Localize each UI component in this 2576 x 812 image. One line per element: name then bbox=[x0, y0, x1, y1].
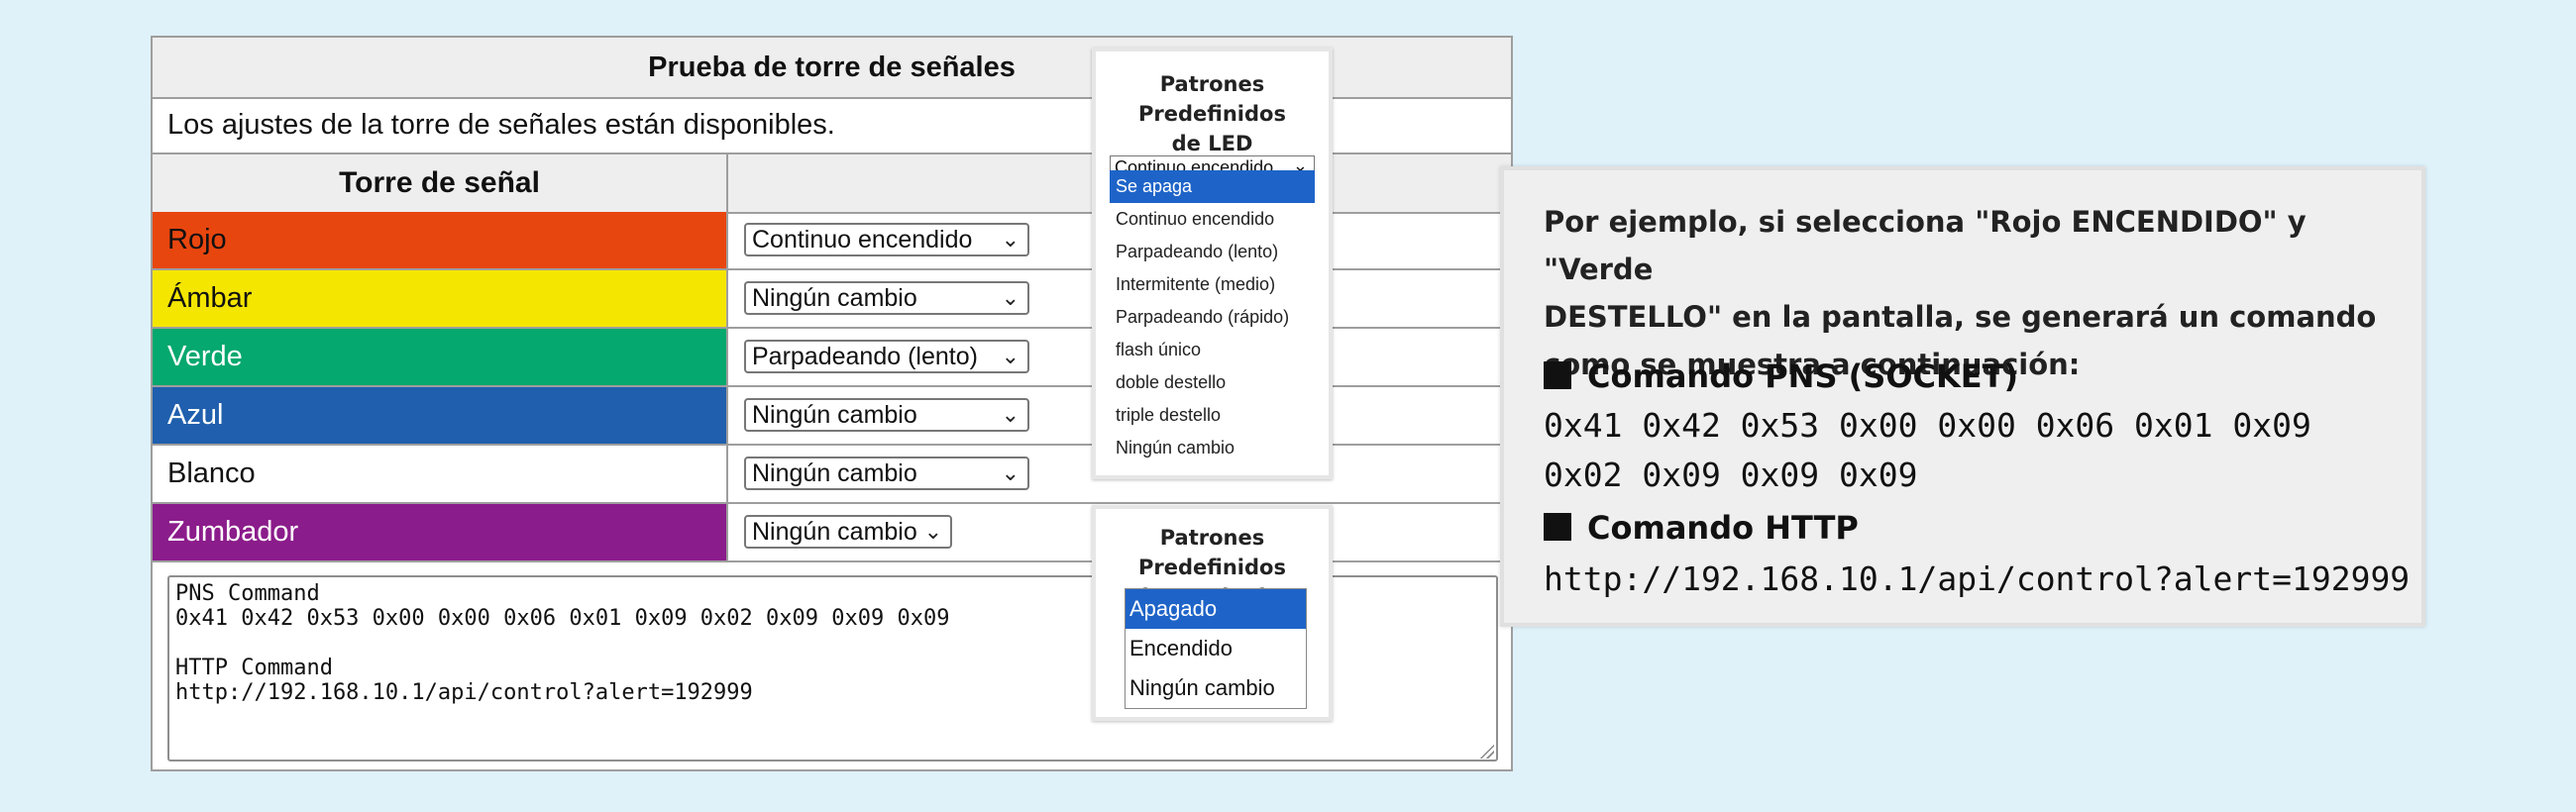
chevron-down-icon: ⌄ bbox=[1001, 227, 1020, 252]
tower-label-green: Verde bbox=[153, 329, 728, 385]
buzzer-option[interactable]: Encendido bbox=[1126, 629, 1306, 668]
buzzer-patterns-popup: Patrones Predefinidos de Zumbador Apagad… bbox=[1092, 505, 1333, 721]
explanation-callout: Por ejemplo, si selecciona "Rojo ENCENDI… bbox=[1500, 166, 2425, 627]
select-value: Parpadeando (lento) bbox=[752, 342, 978, 370]
tower-select-red[interactable]: Continuo encendido ⌄ bbox=[744, 223, 1029, 256]
http-section: Comando HTTP http://192.168.10.1/api/con… bbox=[1544, 502, 2410, 605]
chevron-down-icon: ⌄ bbox=[1001, 460, 1020, 485]
led-option[interactable]: Parpadeando (lento) bbox=[1110, 236, 1315, 268]
buzzer-option-list: Apagado Encendido Ningún cambio bbox=[1125, 588, 1307, 709]
tower-select-white[interactable]: Ningún cambio ⌄ bbox=[744, 457, 1029, 490]
tower-label-red: Rojo bbox=[153, 212, 728, 268]
chevron-down-icon: ⌄ bbox=[1001, 344, 1020, 368]
tower-label-amber: Ámbar bbox=[153, 270, 728, 327]
select-value: Ningún cambio bbox=[752, 283, 917, 312]
led-popup-title: Patrones Predefinidos de LED bbox=[1138, 72, 1286, 155]
led-option[interactable]: Se apaga bbox=[1110, 170, 1315, 203]
pns-section: Comando PNS (SOCKET) 0x41 0x42 0x53 0x00… bbox=[1544, 352, 2311, 500]
tower-select-blue[interactable]: Ningún cambio ⌄ bbox=[744, 398, 1029, 432]
square-bullet-icon bbox=[1544, 361, 1571, 389]
buzzer-option[interactable]: Apagado bbox=[1126, 589, 1306, 629]
tower-label-blue: Azul bbox=[153, 387, 728, 444]
led-option[interactable]: triple destello bbox=[1110, 399, 1315, 432]
http-heading: Comando HTTP bbox=[1587, 509, 1859, 547]
http-line: http://192.168.10.1/api/control?alert=19… bbox=[1544, 559, 2411, 598]
led-patterns-popup: Patrones Predefinidos de LED Continuo en… bbox=[1092, 48, 1333, 479]
chevron-down-icon: ⌄ bbox=[1001, 285, 1020, 310]
tower-label-buzzer: Zumbador bbox=[153, 504, 728, 560]
led-option[interactable]: doble destello bbox=[1110, 366, 1315, 399]
tower-select-buzzer[interactable]: Ningún cambio ⌄ bbox=[744, 515, 952, 549]
select-value: Ningún cambio bbox=[752, 517, 917, 546]
square-bullet-icon bbox=[1544, 513, 1571, 541]
select-value: Continuo encendido bbox=[752, 225, 973, 254]
pns-line-2: 0x02 0x09 0x09 0x09 bbox=[1544, 456, 1918, 494]
led-option[interactable]: Intermitente (medio) bbox=[1110, 268, 1315, 301]
pns-line-1: 0x41 0x42 0x53 0x00 0x00 0x06 0x01 0x09 bbox=[1544, 406, 2311, 445]
chevron-down-icon: ⌄ bbox=[1001, 402, 1020, 427]
pns-heading: Comando PNS (SOCKET) bbox=[1587, 357, 2019, 395]
select-value: Ningún cambio bbox=[752, 400, 917, 429]
select-value: Ningún cambio bbox=[752, 458, 917, 487]
buzzer-option[interactable]: Ningún cambio bbox=[1126, 668, 1306, 708]
led-option[interactable]: Ningún cambio bbox=[1110, 432, 1315, 464]
resize-grip-icon[interactable] bbox=[1478, 743, 1494, 759]
led-option[interactable]: flash único bbox=[1110, 334, 1315, 366]
led-option[interactable]: Parpadeando (rápido) bbox=[1110, 301, 1315, 334]
tower-select-amber[interactable]: Ningún cambio ⌄ bbox=[744, 281, 1029, 315]
led-option[interactable]: Continuo encendido bbox=[1110, 203, 1315, 236]
chevron-down-icon: ⌄ bbox=[923, 519, 942, 544]
header-tower: Torre de señal bbox=[153, 154, 728, 212]
tower-label-white: Blanco bbox=[153, 446, 728, 502]
tower-select-green[interactable]: Parpadeando (lento) ⌄ bbox=[744, 340, 1029, 373]
